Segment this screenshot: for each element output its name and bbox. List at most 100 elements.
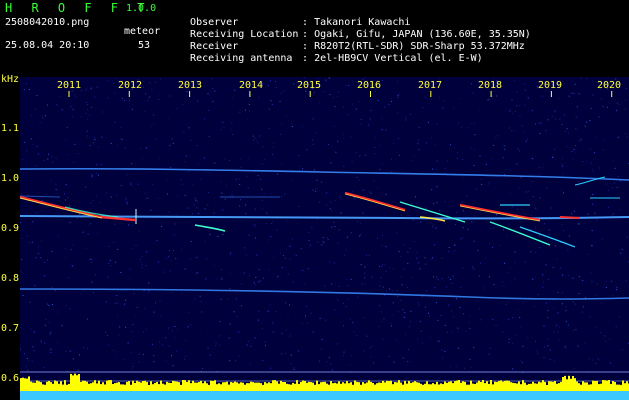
noise-speck: [554, 245, 556, 247]
level-bar: [214, 380, 216, 391]
noise-speck: [257, 142, 259, 144]
noise-speck: [221, 192, 223, 194]
noise-speck: [80, 217, 82, 219]
noise-speck: [391, 98, 393, 100]
noise-speck: [565, 306, 567, 308]
noise-speck: [171, 138, 173, 140]
noise-speck: [605, 286, 607, 288]
level-bar: [180, 384, 182, 391]
level-bar: [398, 380, 400, 391]
noise-speck: [563, 230, 565, 232]
noise-speck: [220, 129, 222, 131]
noise-speck: [397, 96, 399, 98]
noise-speck: [57, 311, 59, 313]
noise-speck: [246, 254, 247, 256]
noise-speck: [270, 304, 272, 306]
noise-speck: [88, 224, 90, 226]
noise-speck: [481, 183, 483, 185]
level-bar: [82, 380, 84, 391]
noise-speck: [155, 138, 157, 140]
noise-speck: [460, 238, 462, 240]
noise-speck: [392, 302, 394, 304]
noise-speck: [114, 302, 116, 304]
level-bar: [494, 381, 496, 391]
level-bar: [346, 381, 348, 391]
noise-speck: [400, 256, 402, 258]
noise-speck: [356, 335, 358, 337]
noise-speck: [258, 96, 260, 98]
noise-speck: [453, 245, 455, 247]
noise-speck: [436, 160, 438, 162]
noise-speck: [432, 168, 433, 170]
noise-speck: [568, 235, 570, 237]
noise-speck: [318, 360, 320, 362]
noise-speck: [25, 366, 27, 368]
noise-speck: [172, 142, 174, 144]
noise-speck: [539, 173, 541, 175]
noise-speck: [620, 252, 622, 254]
noise-speck: [153, 361, 155, 363]
noise-speck: [109, 260, 111, 262]
noise-speck: [422, 211, 424, 213]
noise-speck: [117, 314, 119, 316]
noise-speck: [359, 155, 361, 157]
x-tick-label: 2020: [597, 80, 622, 91]
noise-speck: [141, 256, 143, 258]
noise-speck: [153, 355, 155, 357]
noise-speck: [594, 152, 596, 154]
noise-speck: [284, 258, 286, 259]
noise-speck: [255, 277, 257, 278]
noise-speck: [287, 314, 289, 316]
noise-speck: [114, 92, 116, 94]
noise-speck: [509, 268, 511, 269]
noise-speck: [47, 259, 49, 261]
noise-speck: [239, 184, 241, 185]
noise-speck: [432, 226, 434, 228]
noise-speck: [523, 131, 525, 133]
noise-speck: [270, 80, 272, 82]
noise-speck: [405, 117, 407, 119]
noise-speck: [334, 226, 336, 227]
level-bar: [270, 383, 272, 391]
noise-speck: [453, 316, 454, 318]
noise-speck: [515, 334, 517, 336]
noise-speck: [543, 281, 545, 283]
level-bar: [408, 380, 410, 391]
noise-speck: [44, 115, 46, 117]
noise-speck: [431, 189, 433, 191]
noise-speck: [344, 255, 345, 256]
noise-speck: [514, 278, 516, 280]
noise-speck: [258, 269, 260, 271]
noise-speck: [68, 277, 70, 279]
level-bar: [304, 380, 306, 391]
noise-speck: [351, 103, 353, 105]
noise-speck: [184, 194, 186, 196]
noise-speck: [421, 342, 423, 344]
noise-speck: [613, 160, 615, 162]
noise-speck: [324, 285, 326, 287]
noise-speck: [70, 222, 72, 224]
noise-speck: [152, 343, 153, 345]
noise-speck: [49, 333, 51, 335]
noise-speck: [553, 148, 555, 150]
noise-speck: [31, 241, 33, 243]
noise-speck: [71, 116, 73, 118]
noise-speck: [469, 358, 471, 360]
noise-speck: [229, 323, 231, 325]
noise-speck: [436, 215, 438, 216]
noise-speck: [169, 270, 171, 272]
noise-speck: [454, 244, 456, 246]
noise-speck: [436, 277, 438, 279]
noise-speck: [610, 280, 612, 282]
noise-speck: [133, 293, 135, 294]
noise-speck: [333, 221, 335, 223]
datetime-label: 25.08.04 20:10: [5, 40, 90, 51]
noise-speck: [479, 262, 481, 264]
noise-speck: [55, 157, 57, 159]
noise-speck: [562, 274, 563, 276]
noise-speck: [400, 299, 402, 301]
y-tick-label: 0.6: [1, 373, 20, 384]
noise-speck: [548, 233, 550, 235]
noise-speck: [199, 295, 201, 297]
level-bar: [522, 380, 524, 391]
